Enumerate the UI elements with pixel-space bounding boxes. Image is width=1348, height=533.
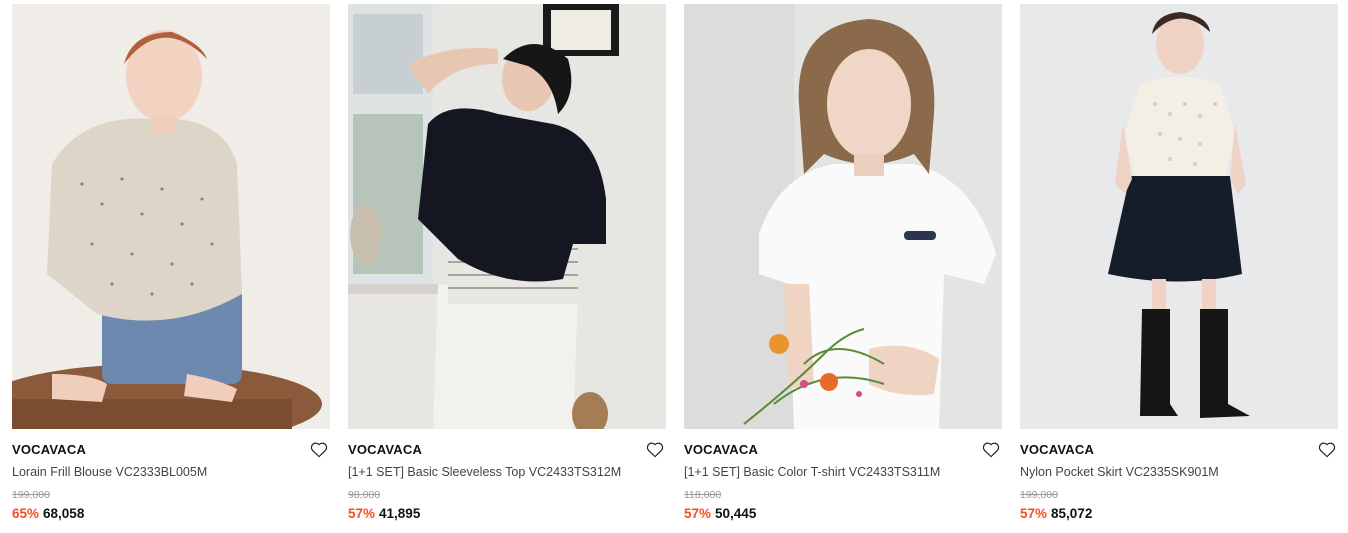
original-price: 199,000: [1020, 489, 1058, 501]
price-row: 57% 85,072: [1020, 505, 1338, 522]
product-photo: [12, 4, 330, 429]
product-photo: [1020, 4, 1338, 429]
discount-rate: 65%: [12, 506, 40, 521]
brand-name[interactable]: VOCAVACA: [684, 442, 758, 457]
brand-row: VOCAVACA: [12, 439, 330, 461]
original-price: 118,000: [684, 489, 722, 501]
product-card[interactable]: VOCAVACA Nylon Pocket Skirt VC2335SK901M…: [1020, 4, 1338, 522]
sale-price: 68,058: [43, 506, 85, 521]
discount-rate: 57%: [684, 506, 712, 521]
price-row: 65% 68,058: [12, 505, 330, 522]
product-name[interactable]: [1+1 SET] Basic Color T-shirt VC2433TS31…: [684, 463, 1002, 481]
sale-price: 85,072: [1051, 506, 1093, 521]
heart-outline-icon[interactable]: [646, 441, 664, 458]
product-card[interactable]: VOCAVACA [1+1 SET] Basic Color T-shirt V…: [684, 4, 1002, 522]
product-name[interactable]: Lorain Frill Blouse VC2333BL005M: [12, 463, 330, 481]
product-grid: VOCAVACA Lorain Frill Blouse VC2333BL005…: [0, 0, 1348, 533]
brand-row: VOCAVACA: [684, 439, 1002, 461]
original-price: 98,000: [348, 489, 381, 501]
product-photo: [684, 4, 1002, 429]
product-image[interactable]: [684, 4, 1002, 429]
product-card[interactable]: VOCAVACA Lorain Frill Blouse VC2333BL005…: [12, 4, 330, 522]
brand-name[interactable]: VOCAVACA: [1020, 442, 1094, 457]
price-row: 57% 50,445: [684, 505, 1002, 522]
brand-row: VOCAVACA: [348, 439, 666, 461]
price-row: 57% 41,895: [348, 505, 666, 522]
heart-outline-icon[interactable]: [1318, 441, 1336, 458]
discount-rate: 57%: [1020, 506, 1048, 521]
product-image[interactable]: [12, 4, 330, 429]
brand-row: VOCAVACA: [1020, 439, 1338, 461]
original-price: 199,000: [12, 489, 50, 501]
heart-outline-icon[interactable]: [982, 441, 1000, 458]
product-photo: [348, 4, 666, 429]
heart-outline-icon[interactable]: [310, 441, 328, 458]
sale-price: 41,895: [379, 506, 421, 521]
product-name[interactable]: Nylon Pocket Skirt VC2335SK901M: [1020, 463, 1338, 481]
product-image[interactable]: [348, 4, 666, 429]
brand-name[interactable]: VOCAVACA: [12, 442, 86, 457]
product-card[interactable]: VOCAVACA [1+1 SET] Basic Sleeveless Top …: [348, 4, 666, 522]
brand-name[interactable]: VOCAVACA: [348, 442, 422, 457]
sale-price: 50,445: [715, 506, 757, 521]
discount-rate: 57%: [348, 506, 376, 521]
product-image[interactable]: [1020, 4, 1338, 429]
product-name[interactable]: [1+1 SET] Basic Sleeveless Top VC2433TS3…: [348, 463, 666, 481]
